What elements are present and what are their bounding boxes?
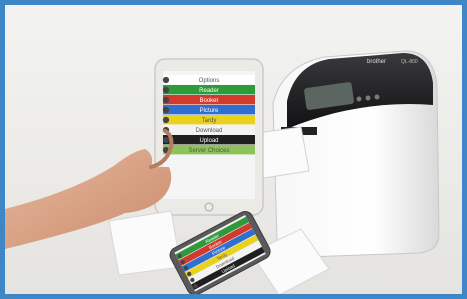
tablet-menu-label: Booker xyxy=(199,98,218,104)
printer-button xyxy=(365,95,371,101)
printer-model: QL-800 xyxy=(401,59,418,65)
tablet-menu-icon xyxy=(162,76,170,84)
tablet-menu-label: Picture xyxy=(200,108,219,114)
tablet-menu-label: Options xyxy=(199,78,220,84)
smartphone: ReaderBookerPictureTardyDownloadUpload xyxy=(169,211,271,294)
tablet-menu-icon xyxy=(162,136,170,144)
tablet-menu-label: Server Choices xyxy=(188,148,229,154)
photo-frame: brother QL-800 Options Reader Booker Pictur… xyxy=(0,0,467,299)
tablet-menu-icon xyxy=(162,106,170,114)
tablet-menu-icon xyxy=(162,116,170,124)
tablet-menu-label: Download xyxy=(196,128,223,134)
tablet-menu-label: Upload xyxy=(199,138,218,144)
printed-label xyxy=(256,126,310,180)
product-photo: brother QL-800 OptionsReaderBookerPictur… xyxy=(5,50,440,294)
tablet-menu-icon xyxy=(162,96,170,104)
printer-button xyxy=(374,94,380,100)
tablet-menu-label: Tardy xyxy=(202,118,217,124)
tablet-menu-label: Reader xyxy=(199,88,219,94)
printer-button xyxy=(356,96,362,102)
label-printer: brother QL-800 xyxy=(256,50,440,258)
receipt-left xyxy=(108,210,182,276)
tablet-menu-icon xyxy=(162,86,170,94)
printer-brand: brother xyxy=(367,59,386,65)
